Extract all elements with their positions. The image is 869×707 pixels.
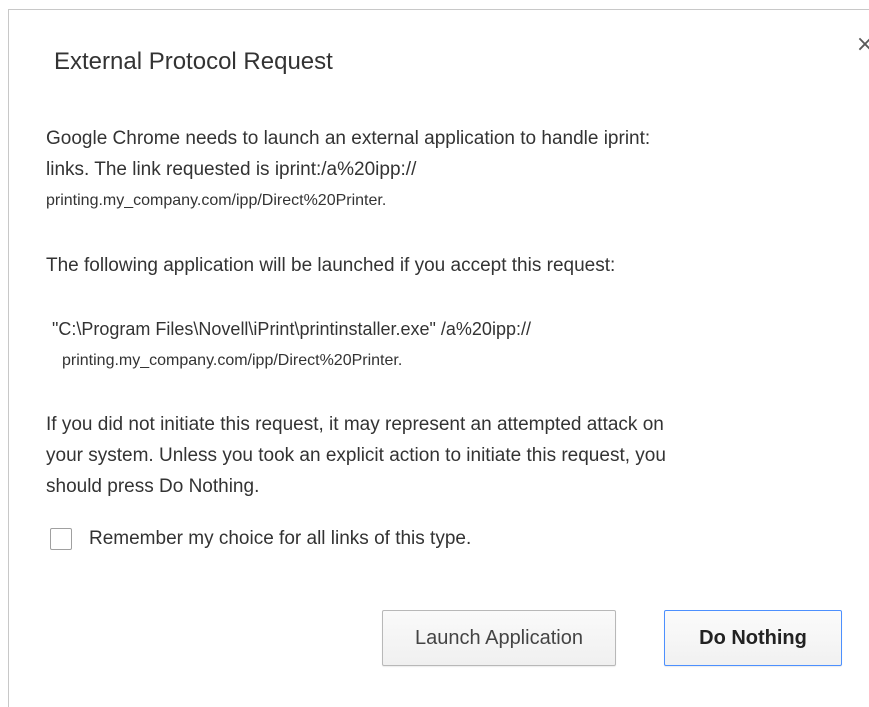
remember-choice-label[interactable]: Remember my choice for all links of this… xyxy=(89,528,471,550)
app-intro-line: The following application will be launch… xyxy=(46,255,616,276)
app-intro-text: The following application will be launch… xyxy=(46,250,615,281)
warning-line: should press Do Nothing. xyxy=(46,476,260,497)
app-command-line: "C:\Program Files\Novell\iPrint\printins… xyxy=(52,319,531,339)
remember-choice-checkbox[interactable] xyxy=(50,528,72,550)
warning-line: your system. Unless you took an explicit… xyxy=(46,445,666,466)
close-icon[interactable]: × xyxy=(855,34,869,56)
do-nothing-button[interactable]: Do Nothing xyxy=(664,610,842,666)
warning-paragraph: If you did not initiate this request, it… xyxy=(46,409,846,502)
remember-choice-row[interactable]: Remember my choice for all links of this… xyxy=(50,528,471,550)
launch-application-button[interactable]: Launch Application xyxy=(382,610,616,666)
message-paragraph: Google Chrome needs to launch an externa… xyxy=(46,123,846,216)
app-command: "C:\Program Files\Novell\iPrint\printins… xyxy=(52,314,531,376)
message-line: printing.my_company.com/ipp/Direct%20Pri… xyxy=(46,192,387,209)
message-line: links. The link requested is iprint:/a%2… xyxy=(46,159,417,180)
dialog-title: External Protocol Request xyxy=(54,48,333,75)
message-line: Google Chrome needs to launch an externa… xyxy=(46,128,651,149)
warning-line: If you did not initiate this request, it… xyxy=(46,414,664,435)
app-command-line: printing.my_company.com/ipp/Direct%20Pri… xyxy=(62,352,403,369)
